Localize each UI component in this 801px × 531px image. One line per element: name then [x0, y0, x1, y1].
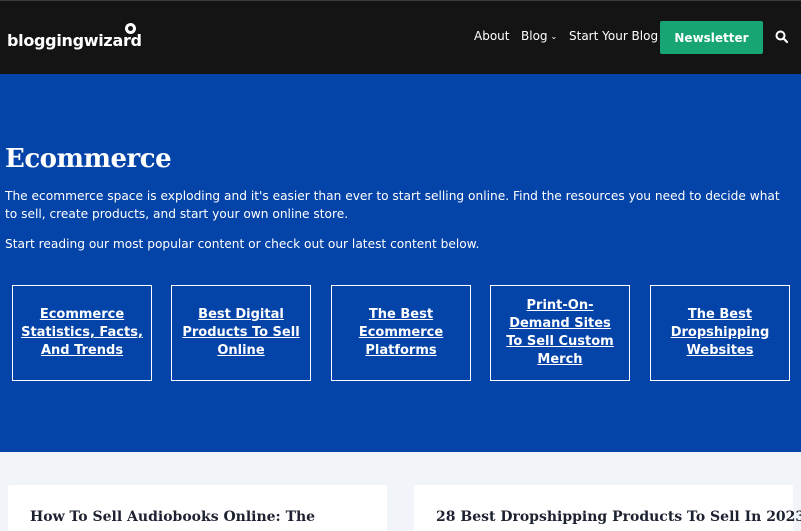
feature-link[interactable]: Ecommerce Statistics, Facts, And Trends	[21, 306, 143, 360]
article-card[interactable]: 28 Best Dropshipping Products To Sell In…	[414, 485, 801, 531]
hero-subtext: Start reading our most popular content o…	[5, 237, 480, 251]
feature-link[interactable]: The Best Ecommerce Platforms	[340, 306, 462, 360]
site-logo[interactable]: bloggingwizard	[7, 31, 142, 50]
page-title: Ecommerce	[5, 144, 172, 174]
search-icon[interactable]	[774, 29, 790, 45]
chevron-down-icon: ⌄	[550, 32, 558, 41]
feature-box-ecommerce-statistics[interactable]: Ecommerce Statistics, Facts, And Trends	[12, 285, 152, 381]
nav-about[interactable]: About	[474, 29, 509, 43]
article-title[interactable]: 28 Best Dropshipping Products To Sell In…	[436, 509, 801, 525]
feature-link[interactable]: The Best Dropshipping Websites	[659, 306, 781, 360]
article-title[interactable]: How To Sell Audiobooks Online: The	[30, 509, 315, 525]
hero-section: Ecommerce The ecommerce space is explodi…	[0, 74, 801, 452]
feature-link[interactable]: Best Digital Products To Sell Online	[180, 306, 302, 360]
feature-box-ecommerce-platforms[interactable]: The Best Ecommerce Platforms	[331, 285, 471, 381]
nav-blog[interactable]: Blog ⌄	[521, 29, 557, 43]
feature-link[interactable]: Print-On-Demand Sites To Sell Custom Mer…	[499, 297, 621, 369]
newsletter-button[interactable]: Newsletter	[660, 21, 763, 54]
feature-box-digital-products[interactable]: Best Digital Products To Sell Online	[171, 285, 311, 381]
site-header: bloggingwizard About Blog ⌄ Start Your Bl…	[0, 0, 801, 74]
logo-badge-icon	[125, 23, 136, 34]
nav-blog-label: Blog	[521, 29, 548, 43]
feature-box-print-on-demand[interactable]: Print-On-Demand Sites To Sell Custom Mer…	[490, 285, 630, 381]
feature-box-dropshipping-websites[interactable]: The Best Dropshipping Websites	[650, 285, 790, 381]
hero-description: The ecommerce space is exploding and it'…	[5, 189, 780, 221]
article-card[interactable]: How To Sell Audiobooks Online: The	[8, 485, 387, 531]
nav-start-your-blog[interactable]: Start Your Blog	[569, 29, 658, 43]
